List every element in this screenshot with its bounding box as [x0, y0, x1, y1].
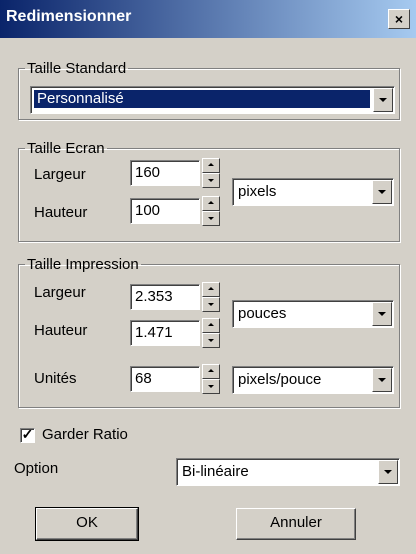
- window-title: Redimensionner: [6, 8, 132, 25]
- spin-down-icon[interactable]: [202, 173, 220, 188]
- print-height-label: Hauteur: [34, 322, 88, 339]
- print-unit-value: pouces: [238, 305, 287, 322]
- spin-down-icon[interactable]: [202, 379, 220, 394]
- chevron-down-icon[interactable]: [372, 180, 392, 204]
- standard-size-select[interactable]: Personnalisé: [30, 86, 395, 114]
- cancel-button[interactable]: Annuler: [236, 508, 356, 540]
- print-height-input[interactable]: 1.471: [130, 320, 200, 346]
- keep-ratio-checkbox[interactable]: ✓: [20, 426, 35, 443]
- screen-height-label: Hauteur: [34, 204, 88, 221]
- chevron-down-icon[interactable]: [373, 88, 393, 112]
- spin-up-icon[interactable]: [202, 364, 220, 379]
- option-value: Bi-linéaire: [182, 463, 249, 480]
- standard-size-value: Personnalisé: [34, 90, 370, 108]
- screen-width-label: Largeur: [34, 166, 86, 183]
- standard-size-legend: Taille Standard: [27, 60, 127, 77]
- print-unit-select[interactable]: pouces: [232, 300, 394, 328]
- ok-button[interactable]: OK: [35, 507, 139, 541]
- print-width-input[interactable]: 2.353: [130, 284, 200, 310]
- spin-up-icon[interactable]: [202, 318, 220, 333]
- chevron-down-icon[interactable]: [378, 460, 398, 484]
- option-label: Option: [14, 460, 59, 477]
- screen-unit-select[interactable]: pixels: [232, 178, 394, 206]
- print-height-spinner[interactable]: [202, 318, 220, 348]
- spin-down-icon[interactable]: [202, 211, 220, 226]
- spin-up-icon[interactable]: [202, 158, 220, 173]
- print-units-input[interactable]: 68: [130, 366, 200, 392]
- screen-height-spinner[interactable]: [202, 196, 220, 226]
- close-button[interactable]: ×: [388, 9, 410, 29]
- screen-size-legend: Taille Ecran: [27, 140, 105, 157]
- screen-width-input[interactable]: 160: [130, 160, 200, 186]
- print-width-label: Largeur: [34, 284, 86, 301]
- spin-up-icon[interactable]: [202, 196, 220, 211]
- spin-down-icon[interactable]: [202, 297, 220, 312]
- close-icon: ×: [394, 11, 404, 27]
- print-width-spinner[interactable]: [202, 282, 220, 312]
- keep-ratio-label[interactable]: Garder Ratio: [42, 426, 128, 443]
- print-size-legend: Taille Impression: [27, 256, 139, 273]
- spin-down-icon[interactable]: [202, 333, 220, 348]
- chevron-down-icon[interactable]: [372, 368, 392, 392]
- option-select[interactable]: Bi-linéaire: [176, 458, 400, 486]
- print-units-label: Unités: [34, 370, 77, 387]
- screen-unit-value: pixels: [238, 183, 277, 200]
- screen-width-spinner[interactable]: [202, 158, 220, 188]
- print-resolution-select[interactable]: pixels/pouce: [232, 366, 394, 394]
- print-units-spinner[interactable]: [202, 364, 220, 394]
- screen-height-input[interactable]: 100: [130, 198, 200, 224]
- print-resolution-value: pixels/pouce: [238, 371, 322, 388]
- chevron-down-icon[interactable]: [372, 302, 392, 326]
- spin-up-icon[interactable]: [202, 282, 220, 297]
- title-bar: Redimensionner ×: [0, 0, 416, 38]
- checkmark-icon: ✓: [21, 426, 34, 442]
